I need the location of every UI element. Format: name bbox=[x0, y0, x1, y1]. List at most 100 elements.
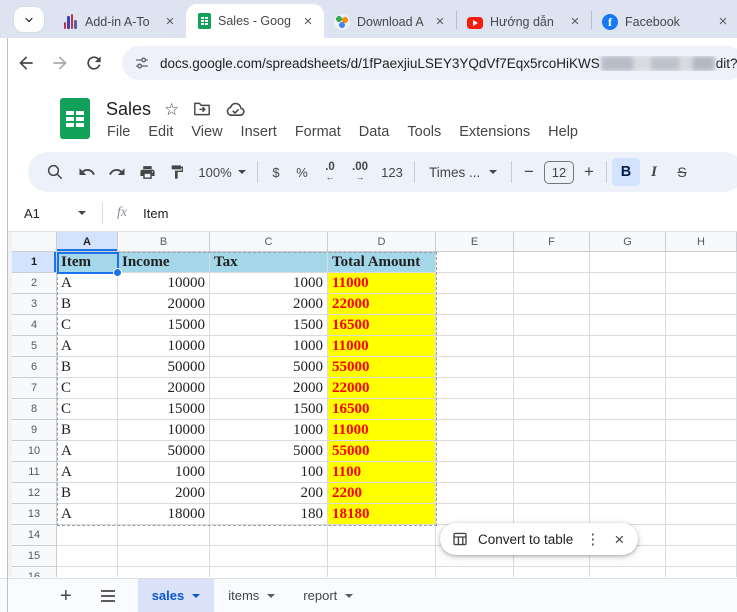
cell-E7[interactable] bbox=[436, 378, 514, 399]
cell-A6[interactable]: B bbox=[57, 357, 118, 378]
menu-view[interactable]: View bbox=[182, 121, 231, 143]
cell-G5[interactable] bbox=[590, 336, 666, 357]
cell-C16[interactable] bbox=[210, 567, 328, 577]
url-bar[interactable]: docs.google.com/spreadsheets/d/1fPaexjiu… bbox=[122, 46, 737, 80]
all-sheets-button[interactable] bbox=[100, 589, 116, 603]
row-header-7[interactable]: 7 bbox=[12, 378, 57, 399]
cell-B2[interactable]: 10000 bbox=[118, 273, 210, 294]
cell-D10[interactable]: 55000 bbox=[328, 441, 436, 462]
cell-A12[interactable]: B bbox=[57, 483, 118, 504]
row-header-14[interactable]: 14 bbox=[12, 525, 57, 546]
tab-close-icon[interactable]: × bbox=[300, 13, 316, 30]
cell-E9[interactable] bbox=[436, 420, 514, 441]
cell-F9[interactable] bbox=[514, 420, 590, 441]
cell-E10[interactable] bbox=[436, 441, 514, 462]
column-header-G[interactable]: G bbox=[590, 232, 666, 252]
cell-G9[interactable] bbox=[590, 420, 666, 441]
search-button[interactable] bbox=[38, 158, 72, 186]
column-header-F[interactable]: F bbox=[514, 232, 590, 252]
row-header-11[interactable]: 11 bbox=[12, 462, 57, 483]
browser-tab-sales-goog[interactable]: Sales - Goog× bbox=[186, 4, 324, 38]
row-header-15[interactable]: 15 bbox=[12, 546, 57, 567]
cell-H7[interactable] bbox=[666, 378, 737, 399]
chevron-down-icon[interactable] bbox=[192, 594, 200, 598]
row-header-6[interactable]: 6 bbox=[12, 357, 57, 378]
cell-C6[interactable]: 5000 bbox=[210, 357, 328, 378]
cell-D1[interactable]: Total Amount bbox=[328, 252, 436, 273]
cell-E13[interactable] bbox=[436, 504, 514, 525]
cell-G13[interactable] bbox=[590, 504, 666, 525]
cell-H14[interactable] bbox=[666, 525, 737, 546]
row-header-16[interactable]: 16 bbox=[12, 567, 57, 577]
cell-A13[interactable]: A bbox=[57, 504, 118, 525]
cell-F5[interactable] bbox=[514, 336, 590, 357]
column-header-A[interactable]: A bbox=[57, 232, 118, 252]
column-header-E[interactable]: E bbox=[436, 232, 514, 252]
cell-B3[interactable]: 20000 bbox=[118, 294, 210, 315]
cell-F8[interactable] bbox=[514, 399, 590, 420]
column-header-H[interactable]: H bbox=[666, 232, 737, 252]
cell-D13[interactable]: 18180 bbox=[328, 504, 436, 525]
cell-F16[interactable] bbox=[514, 567, 590, 577]
cell-G3[interactable] bbox=[590, 294, 666, 315]
cell-G1[interactable] bbox=[590, 252, 666, 273]
add-sheet-button[interactable]: + bbox=[60, 586, 72, 606]
chevron-down-icon[interactable] bbox=[78, 211, 86, 215]
cell-C11[interactable]: 100 bbox=[210, 462, 328, 483]
cell-B10[interactable]: 50000 bbox=[118, 441, 210, 462]
cell-H4[interactable] bbox=[666, 315, 737, 336]
font-size-input[interactable]: 12 bbox=[544, 161, 574, 184]
cell-D7[interactable]: 22000 bbox=[328, 378, 436, 399]
sheet-tab-sales[interactable]: sales bbox=[138, 579, 215, 612]
star-icon[interactable]: ☆ bbox=[164, 101, 179, 118]
reload-button[interactable] bbox=[84, 53, 104, 73]
cell-B6[interactable]: 50000 bbox=[118, 357, 210, 378]
column-header-C[interactable]: C bbox=[210, 232, 328, 252]
cell-G2[interactable] bbox=[590, 273, 666, 294]
column-header-B[interactable]: B bbox=[118, 232, 210, 252]
cell-C14[interactable] bbox=[210, 525, 328, 546]
cell-C3[interactable]: 2000 bbox=[210, 294, 328, 315]
sheet-tab-report[interactable]: report bbox=[289, 579, 367, 612]
zoom-select[interactable]: 100% bbox=[192, 158, 252, 186]
cell-A4[interactable]: C bbox=[57, 315, 118, 336]
cell-E6[interactable] bbox=[436, 357, 514, 378]
cell-E11[interactable] bbox=[436, 462, 514, 483]
decrease-font-size-button[interactable]: − bbox=[517, 158, 541, 186]
cell-D11[interactable]: 1100 bbox=[328, 462, 436, 483]
cell-C15[interactable] bbox=[210, 546, 328, 567]
cell-H11[interactable] bbox=[666, 462, 737, 483]
site-settings-icon[interactable] bbox=[134, 55, 150, 71]
cell-D16[interactable] bbox=[328, 567, 436, 577]
format-currency-button[interactable]: $ bbox=[263, 158, 289, 186]
strikethrough-button[interactable]: S bbox=[668, 158, 696, 186]
cell-D4[interactable]: 16500 bbox=[328, 315, 436, 336]
increase-font-size-button[interactable]: + bbox=[577, 158, 601, 186]
cell-H13[interactable] bbox=[666, 504, 737, 525]
cell-B16[interactable] bbox=[118, 567, 210, 577]
cell-E8[interactable] bbox=[436, 399, 514, 420]
cell-A3[interactable]: B bbox=[57, 294, 118, 315]
menu-insert[interactable]: Insert bbox=[232, 121, 286, 143]
cell-F1[interactable] bbox=[514, 252, 590, 273]
cell-F13[interactable] bbox=[514, 504, 590, 525]
cell-H1[interactable] bbox=[666, 252, 737, 273]
cell-A14[interactable] bbox=[57, 525, 118, 546]
cell-H9[interactable] bbox=[666, 420, 737, 441]
cell-C5[interactable]: 1000 bbox=[210, 336, 328, 357]
format-percent-button[interactable]: % bbox=[289, 158, 315, 186]
cell-G16[interactable] bbox=[590, 567, 666, 577]
row-header-4[interactable]: 4 bbox=[12, 315, 57, 336]
cell-G10[interactable] bbox=[590, 441, 666, 462]
cell-E2[interactable] bbox=[436, 273, 514, 294]
redo-button[interactable] bbox=[102, 158, 132, 186]
cell-D14[interactable] bbox=[328, 525, 436, 546]
forward-button[interactable] bbox=[50, 53, 70, 73]
menu-data[interactable]: Data bbox=[350, 121, 399, 143]
cell-C13[interactable]: 180 bbox=[210, 504, 328, 525]
cell-H10[interactable] bbox=[666, 441, 737, 462]
cell-B4[interactable]: 15000 bbox=[118, 315, 210, 336]
tab-search-button[interactable] bbox=[14, 7, 44, 32]
italic-button[interactable]: I bbox=[640, 158, 668, 186]
cell-H3[interactable] bbox=[666, 294, 737, 315]
